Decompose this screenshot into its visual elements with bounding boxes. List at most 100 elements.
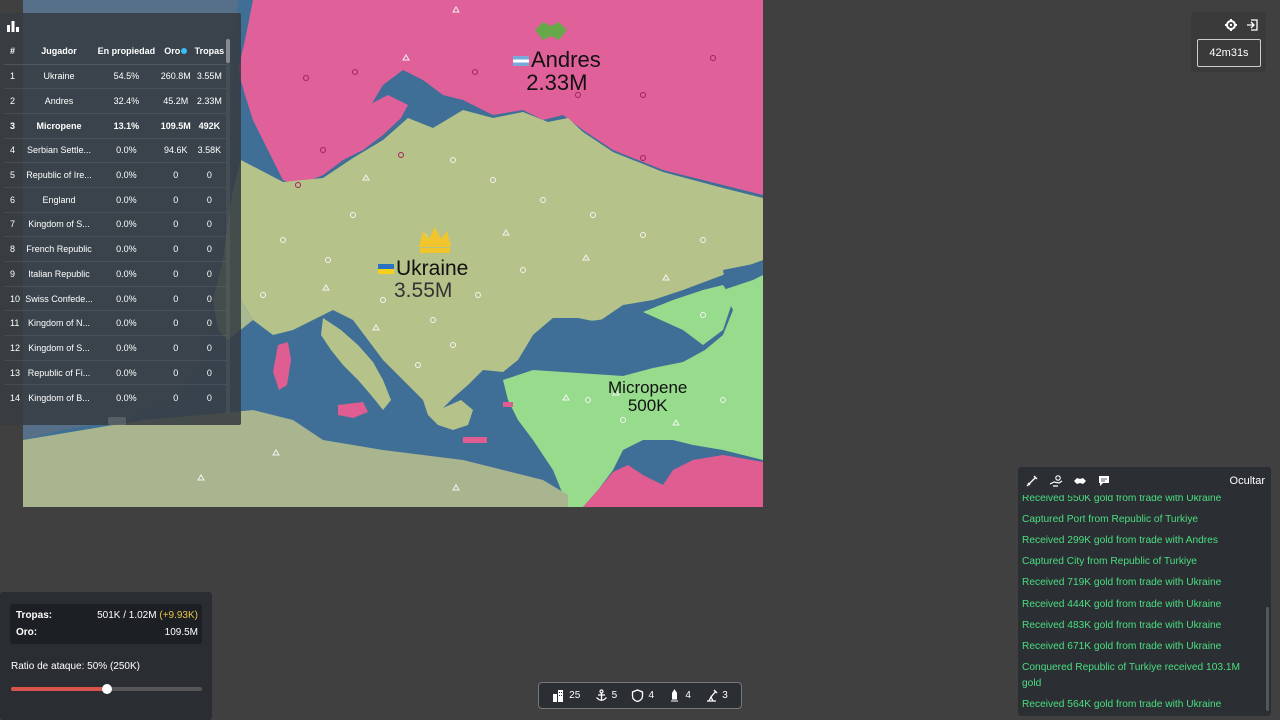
col-owned-label: En propiedad: [97, 46, 156, 57]
handshake-icon[interactable]: [1073, 474, 1087, 488]
leaderboard-header: # Jugador En propiedad Oro Tropas: [4, 39, 226, 65]
leaderboard-cell-troops: 3.58K: [192, 137, 226, 163]
leaderboard-table: # Jugador En propiedad Oro Tropas 1 Ukrai…: [4, 39, 226, 410]
leaderboard-scrollbar[interactable]: [226, 39, 230, 413]
leaderboard-cell-troops: 0: [192, 285, 226, 311]
leaderboard-cell-rank: 11: [4, 310, 24, 336]
leaderboard-row[interactable]: 10 Swiss Confede... 0.0% 0 0: [4, 285, 226, 311]
leaderboard-cell-troops: 0: [192, 335, 226, 361]
leaderboard-cell-troops: 0: [192, 359, 226, 385]
leaderboard-cell-troops: 0: [192, 162, 226, 188]
hide-events-button[interactable]: Ocultar: [1230, 475, 1265, 487]
event-message: Received 550K gold from trade with Ukrai…: [1022, 495, 1222, 504]
col-troops[interactable]: Tropas: [192, 39, 226, 65]
build-defense-post[interactable]: 4: [631, 689, 654, 702]
port-count: 5: [611, 690, 618, 701]
events-scrollbar[interactable]: [1266, 607, 1269, 711]
gold-row: Oro: 109.5M: [16, 627, 198, 638]
exit-icon[interactable]: [1246, 19, 1258, 31]
leaderboard-cell-owned: 0.0%: [94, 384, 159, 410]
leaderboard-row[interactable]: 4 Serbian Settle... 0.0% 94.6K 3.58K: [4, 137, 226, 163]
troops-row: Tropas: 501K / 1.02M (+9.93K): [16, 610, 198, 621]
leaderboard-cell-name: Micropene: [24, 112, 94, 139]
troops-label: Tropas:: [16, 610, 53, 621]
leaderboard-cell-name: Andres: [24, 88, 94, 114]
leaderboard-cell-gold: 0: [158, 335, 193, 361]
leaderboard-cell-owned: 0.0%: [94, 310, 159, 336]
col-gold-label: Oro: [164, 46, 181, 57]
build-city[interactable]: 25: [552, 689, 580, 702]
col-gold[interactable]: Oro: [158, 39, 193, 65]
leaderboard-cell-troops: 0: [192, 236, 226, 262]
city-icon: [553, 690, 564, 702]
leaderboard-cell-gold: 45.2M: [158, 88, 193, 114]
leaderboard-cell-gold: 0: [158, 211, 193, 237]
leaderboard-toggle-icon[interactable]: [6, 19, 20, 33]
leaderboard-cell-name: England: [24, 186, 94, 213]
attack-ratio-fill: [11, 687, 107, 691]
attack-ratio-slider[interactable]: [11, 684, 202, 694]
leaderboard-cell-rank: 8: [4, 236, 24, 262]
settings-icon[interactable]: [1225, 19, 1237, 31]
leaderboard-table-wrap: # Jugador En propiedad Oro Tropas 1 Ukrai…: [4, 39, 226, 413]
leaderboard-cell-gold: 94.6K: [158, 137, 193, 163]
sort-indicator-icon: [181, 48, 188, 55]
sword-icon[interactable]: [1025, 474, 1039, 488]
event-message: Received 719K gold from trade with Ukrai…: [1022, 577, 1222, 589]
attack-ratio-knob[interactable]: [101, 684, 112, 694]
player-stats: Tropas: 501K / 1.02M (+9.93K) Oro: 109.5…: [10, 604, 202, 644]
build-sam-launcher[interactable]: 3: [705, 689, 728, 702]
leaderboard-collapse-button[interactable]: [108, 417, 126, 425]
event-message: Captured City from Republic of Turkiye: [1022, 556, 1197, 568]
leaderboard-scroll-thumb[interactable]: [226, 39, 230, 63]
col-player[interactable]: Jugador: [24, 39, 94, 65]
col-owned[interactable]: En propiedad: [94, 39, 159, 65]
leaderboard-row[interactable]: 9 Italian Republic 0.0% 0 0: [4, 261, 226, 287]
leaderboard-cell-name: Kingdom of N...: [24, 310, 94, 336]
defense-post-count: 4: [648, 690, 655, 701]
flag-ukraine-icon: [378, 264, 394, 275]
game-timer: 42m31s: [1197, 39, 1261, 67]
leaderboard-cell-name: Republic of Ire...: [24, 162, 94, 188]
leaderboard-cell-gold: 0: [158, 310, 193, 336]
leaderboard-row[interactable]: 1 Ukraine 54.5% 260.8M 3.55M: [4, 63, 226, 89]
leaderboard-row[interactable]: 13 Republic of Fi... 0.0% 0 0: [4, 359, 226, 385]
leaderboard-row[interactable]: 3 Micropene 13.1% 109.5M 492K: [4, 112, 226, 139]
gold-hand-icon[interactable]: [1049, 474, 1063, 488]
missile-silo-icon: [671, 689, 679, 702]
player-panel: Tropas: 501K / 1.02M (+9.93K) Oro: 109.5…: [0, 592, 212, 720]
leaderboard-cell-name: Swiss Confede...: [24, 285, 94, 311]
leaderboard-cell-gold: 0: [158, 162, 193, 188]
build-port[interactable]: 5: [595, 689, 618, 702]
leaderboard-row[interactable]: 11 Kingdom of N... 0.0% 0 0: [4, 310, 226, 336]
leaderboard-row[interactable]: 5 Republic of Ire... 0.0% 0 0: [4, 162, 226, 188]
leaderboard-row[interactable]: 6 England 0.0% 0 0: [4, 186, 226, 213]
leaderboard-row[interactable]: 2 Andres 32.4% 45.2M 2.33M: [4, 88, 226, 114]
event-message: Received 444K gold from trade with Ukrai…: [1022, 598, 1222, 610]
leaderboard-row[interactable]: 14 Kingdom of B... 0.0% 0 0: [4, 384, 226, 410]
game-screen: Andres 2.33M Ukraine 3.55M Micropene 500…: [0, 0, 1280, 720]
events-list[interactable]: Received 550K gold from trade with Ukrai…: [1018, 495, 1266, 714]
leaderboard-cell-owned: 0.0%: [94, 359, 159, 385]
city-count: 25: [569, 690, 581, 701]
leaderboard-cell-owned: 0.0%: [94, 285, 159, 311]
leaderboard-row[interactable]: 8 French Republic 0.0% 0 0: [4, 236, 226, 262]
leaderboard-cell-owned: 0.0%: [94, 162, 159, 188]
leaderboard-cell-name: Kingdom of S...: [24, 335, 94, 361]
leaderboard-cell-name: Kingdom of S...: [24, 211, 94, 237]
chat-icon[interactable]: [1097, 474, 1111, 488]
gold-label: Oro:: [16, 627, 38, 638]
leaderboard-row[interactable]: 7 Kingdom of S... 0.0% 0 0: [4, 211, 226, 237]
leaderboard-cell-troops: 0: [192, 384, 226, 410]
leaderboard-cell-name: Ukraine: [24, 63, 94, 89]
leaderboard-cell-owned: 0.0%: [94, 335, 159, 361]
build-missile-silo[interactable]: 4: [668, 689, 691, 702]
leaderboard-cell-gold: 0: [158, 384, 193, 410]
leaderboard-cell-owned: 0.0%: [94, 186, 159, 213]
leaderboard-cell-owned: 0.0%: [94, 211, 159, 237]
leaderboard-cell-owned: 54.5%: [94, 63, 159, 89]
leaderboard-row[interactable]: 12 Kingdom of S... 0.0% 0 0: [4, 335, 226, 361]
leaderboard-cell-name: Serbian Settle...: [24, 137, 94, 163]
leaderboard-cell-troops: 492K: [192, 112, 226, 139]
leaderboard-cell-rank: 4: [4, 137, 24, 163]
